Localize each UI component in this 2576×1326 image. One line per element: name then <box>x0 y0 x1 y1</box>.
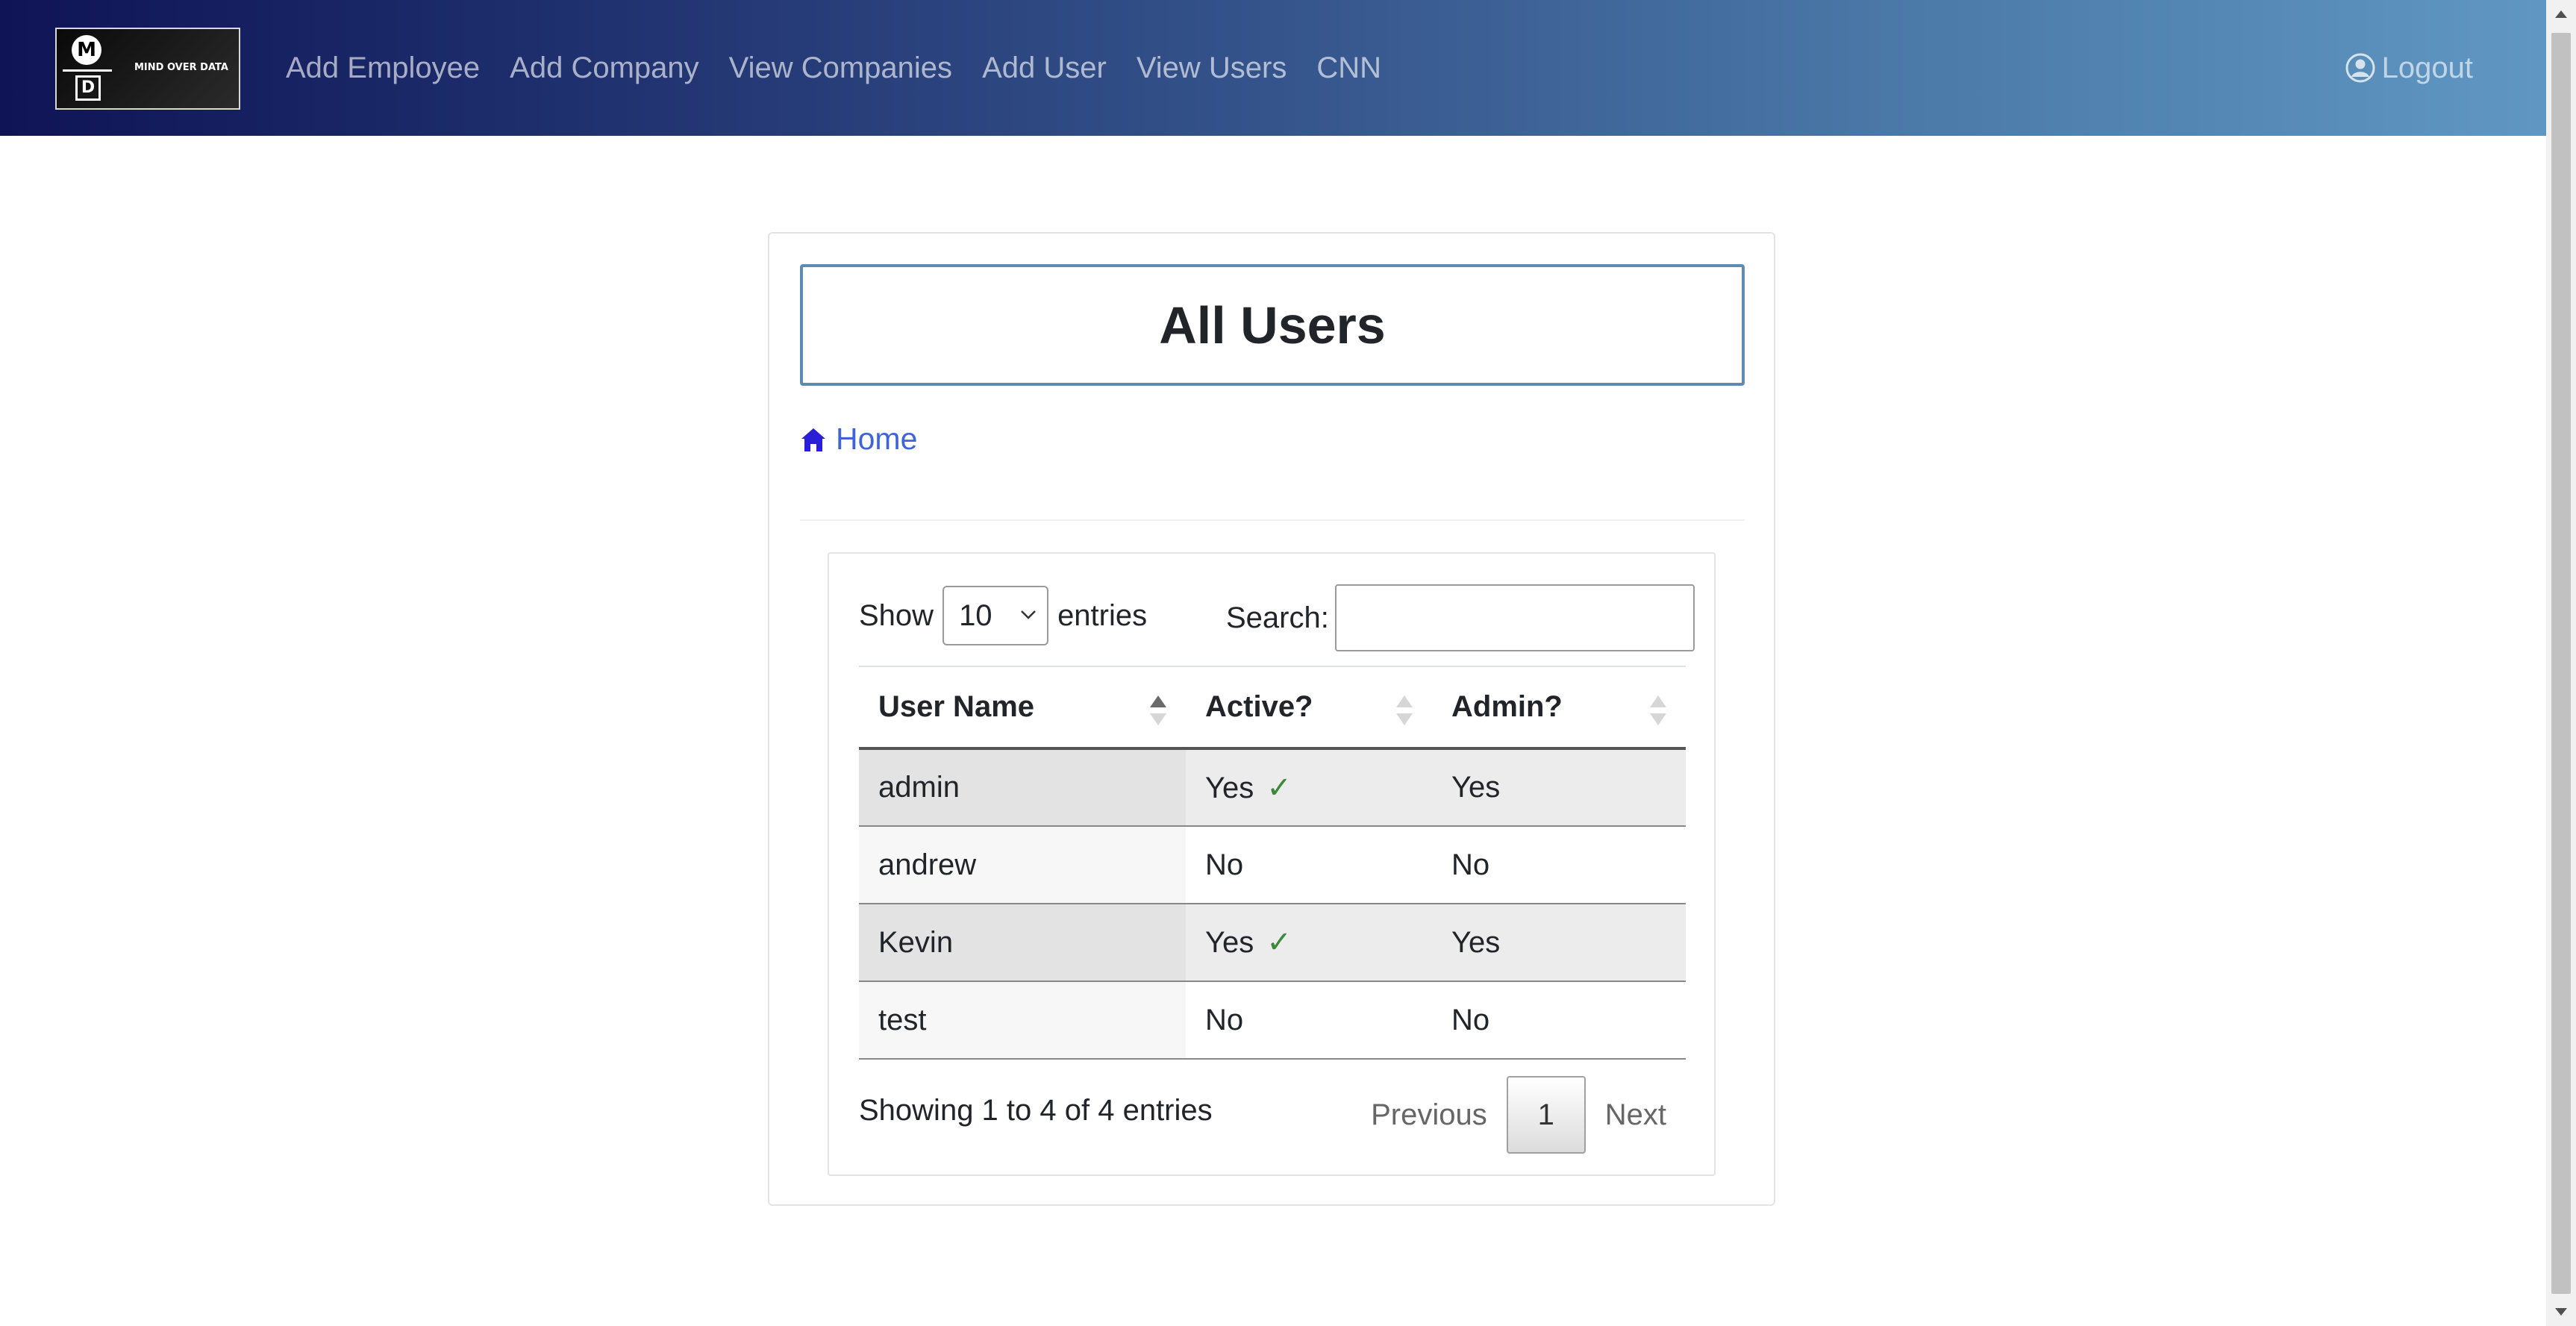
cell-user-name: test <box>859 981 1186 1060</box>
user-circle-icon <box>2345 53 2375 83</box>
column-header-active[interactable]: Active? <box>1186 666 1432 750</box>
table-info: Showing 1 to 4 of 4 entries <box>859 1094 1213 1127</box>
users-table: User Name Active? Admin? admin Yes ✓ Yes… <box>859 666 1686 1060</box>
active-value: No <box>1205 1003 1244 1036</box>
navbar: M D MIND OVER DATA Add Employee Add Comp… <box>0 0 2546 136</box>
nav-cnn[interactable]: CNN <box>1316 51 1381 85</box>
table-row: Kevin Yes ✓ Yes <box>859 904 1686 982</box>
column-header-admin[interactable]: Admin? <box>1432 666 1686 750</box>
home-icon <box>801 428 825 451</box>
checkmark-icon: ✓ <box>1266 771 1292 804</box>
search-control: Search: <box>1226 584 1695 652</box>
entries-label: entries <box>1057 598 1148 632</box>
sort-ascending-icon <box>1150 695 1166 725</box>
active-value: No <box>1205 848 1244 881</box>
cell-active: No <box>1186 826 1432 904</box>
page: M D MIND OVER DATA Add Employee Add Comp… <box>0 0 2576 1326</box>
table-row: test No No <box>859 981 1686 1060</box>
column-header-label: Admin? <box>1451 690 1563 723</box>
scroll-down-arrow-icon[interactable] <box>2555 1308 2567 1316</box>
logo-letter-m: M <box>72 35 101 65</box>
page-title: All Users <box>1159 295 1386 354</box>
cell-active: Yes ✓ <box>1186 748 1432 827</box>
logo-divider <box>63 69 112 72</box>
cell-admin: Yes <box>1432 904 1686 982</box>
logo-text: MIND OVER DATA <box>134 62 228 73</box>
logo-letter-d: D <box>75 75 101 101</box>
previous-button[interactable]: Previous <box>1351 1098 1507 1132</box>
scrollbar-thumb[interactable] <box>2551 33 2571 1294</box>
nav-links: Add Employee Add Company View Companies … <box>286 0 1411 136</box>
nav-add-user[interactable]: Add User <box>982 51 1107 85</box>
divider <box>800 519 1745 521</box>
cell-user-name: andrew <box>859 826 1186 904</box>
cell-active: No <box>1186 981 1432 1060</box>
search-input[interactable] <box>1334 584 1695 651</box>
main-card: All Users Home Show 10 entries Search: U… <box>768 232 1775 1206</box>
table-row: andrew No No <box>859 826 1686 904</box>
column-header-label: Active? <box>1205 690 1313 723</box>
cell-admin: No <box>1432 826 1686 904</box>
entries-select[interactable]: 10 <box>942 586 1049 645</box>
vertical-scrollbar[interactable] <box>2546 0 2576 1326</box>
active-value: Yes <box>1205 926 1254 959</box>
cell-user-name: Kevin <box>859 904 1186 982</box>
active-value: Yes <box>1205 771 1254 804</box>
nav-add-company[interactable]: Add Company <box>510 51 698 85</box>
nav-view-companies[interactable]: View Companies <box>729 51 952 85</box>
logout-label: Logout <box>2381 51 2473 84</box>
entries-select-value: 10 <box>959 598 992 632</box>
cell-admin: No <box>1432 981 1686 1060</box>
breadcrumb-home-label: Home <box>836 422 918 456</box>
table-header-row: User Name Active? Admin? <box>859 666 1686 750</box>
checkmark-icon: ✓ <box>1266 926 1292 959</box>
breadcrumb-home[interactable]: Home <box>800 422 917 457</box>
users-table-card: Show 10 entries Search: User Name Active… <box>828 552 1716 1176</box>
table-row: admin Yes ✓ Yes <box>859 748 1686 827</box>
sort-arrows-icon <box>1396 695 1413 725</box>
logout-link[interactable]: Logout <box>2345 0 2473 136</box>
next-button[interactable]: Next <box>1586 1098 1686 1132</box>
cell-admin: Yes <box>1432 748 1686 827</box>
cell-user-name: admin <box>859 748 1186 827</box>
show-label: Show <box>859 598 934 632</box>
sort-arrows-icon <box>1650 695 1666 725</box>
nav-view-users[interactable]: View Users <box>1137 51 1287 85</box>
chevron-down-icon <box>1021 610 1036 619</box>
title-box: All Users <box>800 264 1745 386</box>
entries-length-control: Show 10 entries <box>859 584 1147 648</box>
users-table-wrap: User Name Active? Admin? admin Yes ✓ Yes… <box>859 666 1686 1060</box>
cell-active: Yes ✓ <box>1186 904 1432 982</box>
search-label: Search: <box>1226 601 1329 634</box>
column-header-label: User Name <box>878 690 1035 723</box>
pagination: Previous 1 Next <box>1351 1076 1686 1154</box>
brand-logo[interactable]: M D MIND OVER DATA <box>55 28 240 110</box>
nav-add-employee[interactable]: Add Employee <box>286 51 480 85</box>
column-header-user-name[interactable]: User Name <box>859 666 1186 750</box>
page-1-button[interactable]: 1 <box>1506 1076 1586 1154</box>
scroll-up-arrow-icon[interactable] <box>2555 10 2567 18</box>
